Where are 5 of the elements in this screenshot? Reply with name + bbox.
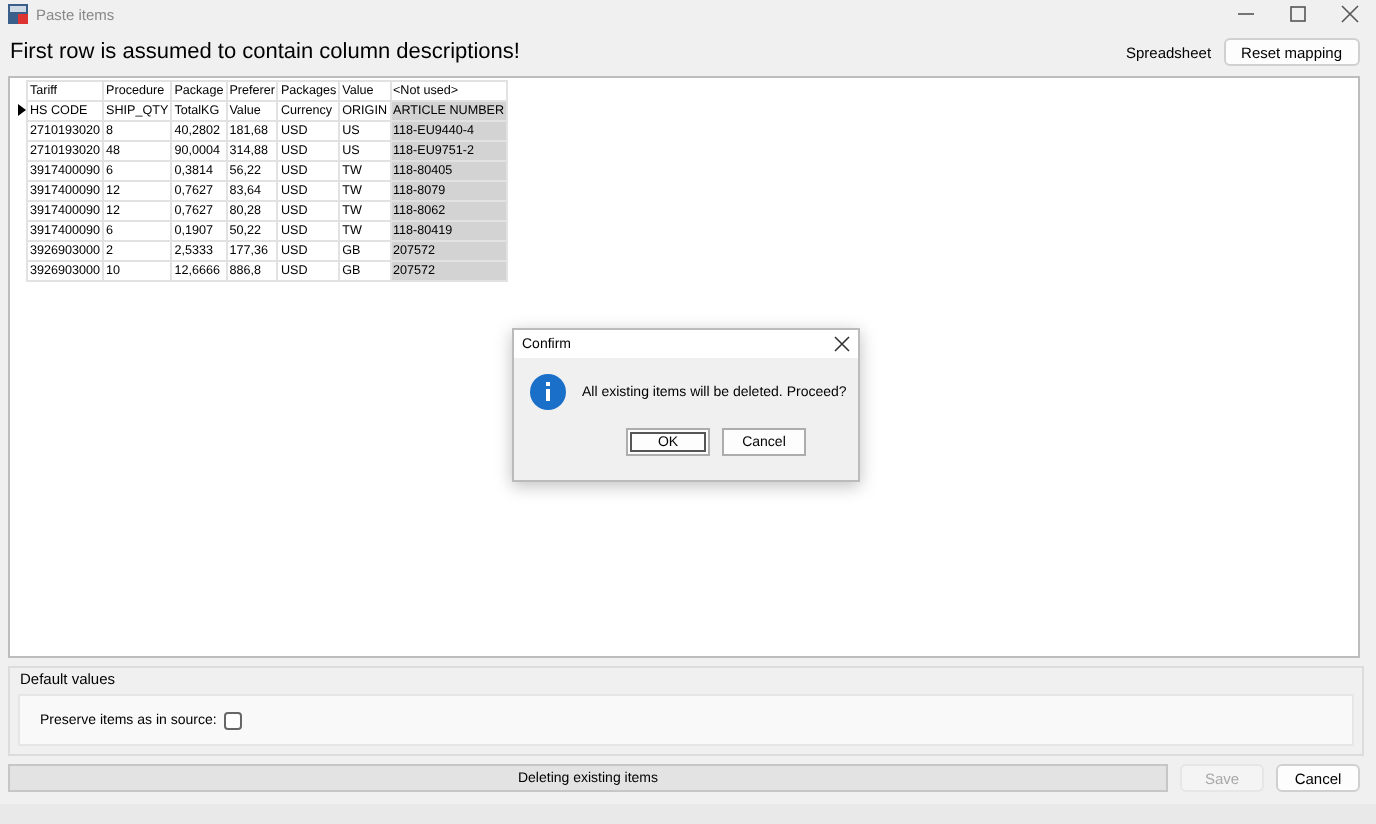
instruction-text: First row is assumed to contain column descriptions! [10,40,520,64]
close-icon[interactable] [834,336,850,352]
info-icon [530,374,566,410]
app-icon [8,4,28,24]
preserve-checkbox[interactable] [224,711,243,729]
